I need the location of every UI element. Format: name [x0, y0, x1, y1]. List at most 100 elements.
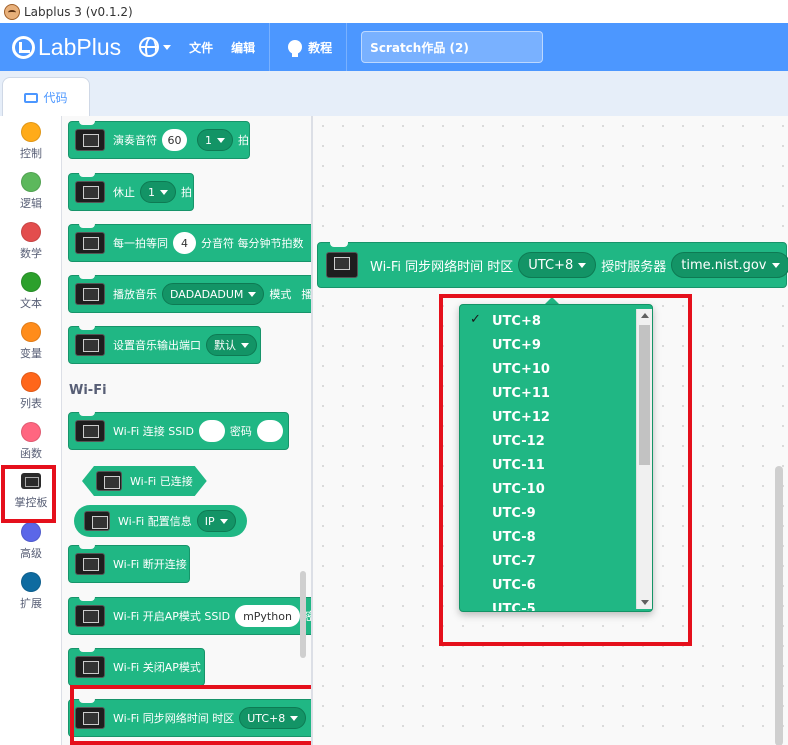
block-text: 演奏音符 [113, 134, 157, 147]
block-tempo[interactable]: 每一拍等同 4 分音符 每分钟节拍数 [68, 224, 311, 262]
category-text[interactable]: 文本 [0, 272, 62, 311]
timezone-dropdown[interactable]: UTC+8 [518, 252, 597, 278]
board-icon [84, 511, 110, 531]
block-text: Wi-Fi 配置信息 [118, 515, 192, 528]
category-variables-dot [21, 322, 41, 342]
window-titlebar: Labplus 3 (v0.1.2) [0, 0, 788, 23]
board-icon [75, 181, 105, 203]
block-text: 设置音乐输出端口 [113, 339, 201, 352]
beats-dropdown[interactable]: 1 [197, 129, 233, 151]
category-lists[interactable]: 列表 [0, 372, 62, 411]
block-text: Wi-Fi 关闭AP模式 [113, 661, 201, 674]
dropdown-value: time.nist.gov [681, 257, 767, 273]
board-icon [75, 129, 105, 151]
block-wifi-ap-off[interactable]: Wi-Fi 关闭AP模式 [68, 648, 205, 686]
highlight-box-board-category [1, 465, 56, 523]
category-functions[interactable]: 函数 [0, 422, 62, 461]
board-icon [75, 334, 105, 356]
category-extensions-dot [21, 572, 41, 592]
category-functions-dot [21, 422, 41, 442]
tutorial-label: 教程 [308, 40, 333, 55]
tab-code[interactable]: 代码 [2, 77, 90, 117]
category-advanced[interactable]: 高级 [0, 522, 62, 561]
board-icon [326, 252, 358, 278]
block-text: 播放音乐 [113, 288, 157, 301]
board-icon [75, 605, 105, 627]
category-math-dot [21, 222, 41, 242]
category-control[interactable]: 控制 [0, 122, 62, 161]
category-advanced-dot [21, 522, 41, 542]
block-play-note[interactable]: 演奏音符 60 1 拍 [68, 121, 250, 159]
tutorial-menu[interactable]: 教程 [288, 39, 333, 57]
beats-dropdown[interactable]: 1 [140, 181, 176, 203]
workspace-scrollbar[interactable] [775, 466, 783, 745]
category-label: 数学 [20, 247, 42, 260]
category-math[interactable]: 数学 [0, 222, 62, 261]
dropdown-value: 1 [205, 133, 212, 147]
menu-separator [269, 23, 271, 71]
window-title: Labplus 3 (v0.1.2) [24, 4, 133, 19]
block-text: Wi-Fi 同步网络时间 时区 [370, 259, 514, 275]
category-control-dot [21, 122, 41, 142]
globe-icon [139, 37, 160, 57]
server-dropdown[interactable]: time.nist.gov [671, 252, 788, 278]
app-logo-icon [4, 3, 20, 20]
block-text: 拍 [181, 186, 192, 199]
chevron-down-icon [578, 262, 587, 268]
tune-dropdown[interactable]: DADADADUM [162, 283, 265, 305]
block-palette: 演奏音符 60 1 拍 休止 1 拍 每一拍等同 4 分音符 每分钟节拍数 播放… [62, 116, 312, 745]
menu-bar: LabPlus 文件 编辑 教程 Scratch作品 (2) [0, 23, 788, 71]
category-extensions[interactable]: 扩展 [0, 572, 62, 611]
block-wifi-config[interactable]: Wi-Fi 配置信息 IP [74, 505, 247, 537]
note-input[interactable]: 60 [162, 129, 187, 151]
block-music-pin[interactable]: 设置音乐输出端口 默认 [68, 326, 261, 364]
ap-ssid-input[interactable]: mPython [235, 605, 300, 627]
file-menu[interactable]: 文件 [189, 39, 213, 56]
password-input[interactable] [256, 420, 283, 442]
block-wifi-disconnect[interactable]: Wi-Fi 断开连接 [68, 545, 190, 583]
ssid-input[interactable] [198, 420, 225, 442]
highlight-box-ntp-block [70, 685, 311, 745]
edit-menu[interactable]: 编辑 [231, 39, 255, 56]
tempo-input[interactable]: 4 [173, 232, 196, 254]
category-logic[interactable]: 逻辑 [0, 172, 62, 211]
dropdown-value: 默认 [214, 339, 236, 352]
block-text: 分音符 每分钟节拍数 [201, 237, 304, 250]
block-play-music[interactable]: 播放音乐 DADADADUM 模式 播 [68, 275, 311, 313]
palette-scrollbar[interactable] [300, 571, 306, 658]
board-icon [75, 553, 105, 575]
chevron-down-icon [771, 262, 780, 268]
board-icon [75, 420, 105, 442]
block-text: 拍 [238, 134, 249, 147]
block-wifi-connected[interactable]: Wi-Fi 已连接 [82, 466, 207, 496]
category-label: 文本 [20, 297, 42, 310]
labplus-logo[interactable]: LabPlus [12, 34, 121, 61]
category-label: 控制 [20, 147, 42, 160]
project-title-input[interactable]: Scratch作品 (2) [361, 31, 544, 63]
tab-code-label: 代码 [43, 91, 68, 105]
category-variables[interactable]: 变量 [0, 322, 62, 361]
lightbulb-icon [288, 40, 303, 57]
highlight-box-dropdown [439, 294, 692, 646]
menu-separator [346, 23, 348, 71]
workspace-block-wifi-ntp-sync[interactable]: Wi-Fi 同步网络时间 时区 UTC+8 授时服务器 time.nist.go… [317, 242, 788, 288]
category-logic-dot [21, 172, 41, 192]
category-label: 函数 [20, 447, 42, 460]
chevron-down-icon [219, 518, 228, 524]
pin-dropdown[interactable]: 默认 [206, 334, 257, 356]
block-text: 密码 [229, 425, 252, 438]
block-text: Wi-Fi 连接 SSID [113, 425, 194, 438]
block-wifi-connect[interactable]: Wi-Fi 连接 SSID 密码 [68, 412, 289, 450]
config-dropdown[interactable]: IP [196, 510, 236, 532]
language-menu[interactable] [139, 37, 172, 57]
block-text: 授时服务器 [601, 259, 667, 275]
category-sidebar: 控制 逻辑 数学 文本 变量 列表 函数 掌控板 高级 扩展 [0, 116, 62, 745]
category-label: 列表 [20, 397, 42, 410]
board-icon [75, 283, 105, 305]
dropdown-value: IP [204, 514, 215, 528]
block-rest[interactable]: 休止 1 拍 [68, 173, 194, 211]
block-wifi-ap-on[interactable]: Wi-Fi 开启AP模式 SSID mPython 密 [68, 597, 311, 635]
dropdown-value: UTC+8 [528, 257, 574, 273]
labplus-logo-icon [12, 35, 35, 59]
editor-tab-strip: 代码 [0, 71, 788, 117]
